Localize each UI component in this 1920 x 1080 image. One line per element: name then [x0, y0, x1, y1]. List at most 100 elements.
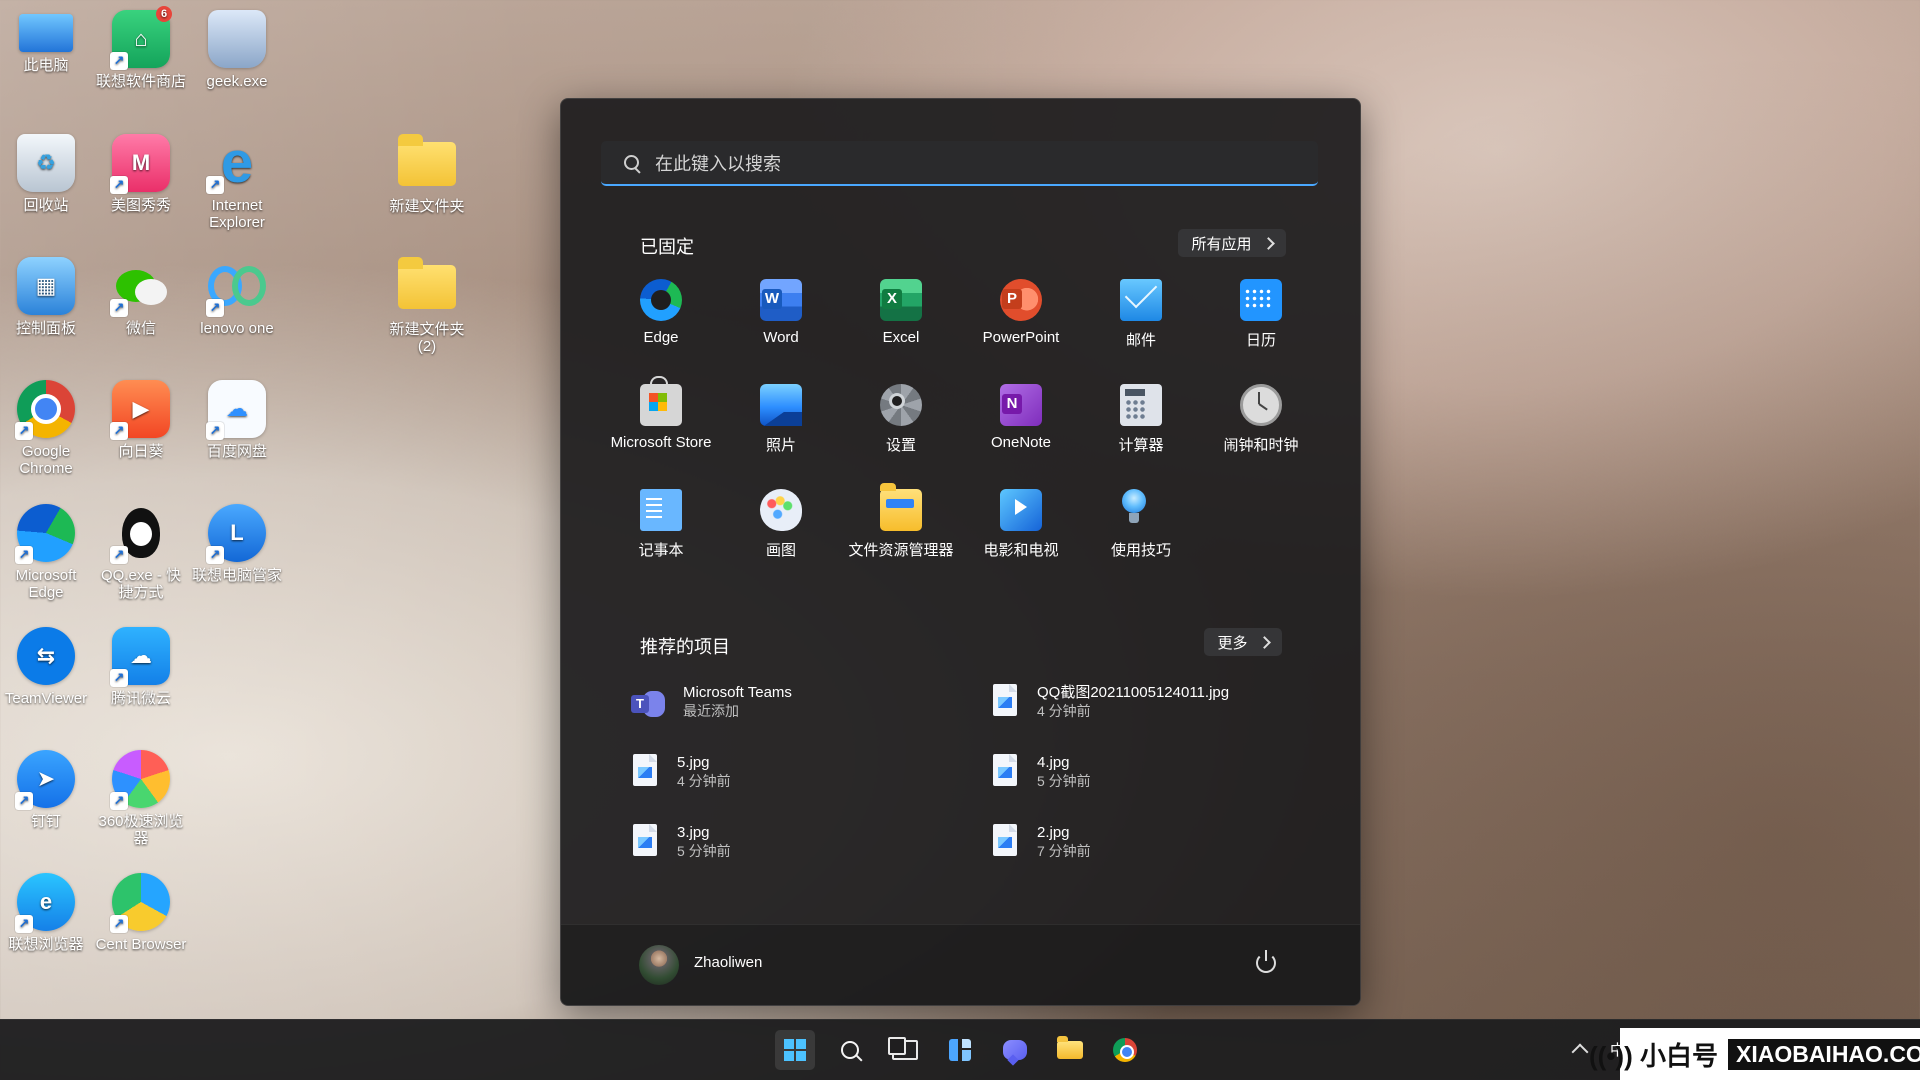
desktop-icon-recycle-bin[interactable]: ♻ 回收站	[0, 134, 92, 214]
more-button[interactable]: 更多	[1204, 628, 1282, 656]
shortcut-arrow-icon: ↗	[15, 915, 33, 933]
desktop-icon-label: 新建文件夹 (2)	[389, 321, 465, 356]
desktop-icon-dingtalk[interactable]: ➤ ↗ 钉钉	[0, 750, 92, 830]
pinned-app-calculator[interactable]: 计算器	[1081, 384, 1201, 472]
watermark-domain: XIAOBAIHAO.COM	[1727, 1038, 1920, 1070]
desktop-icon-geek[interactable]: geek.exe	[191, 10, 283, 90]
desktop-icon-qq[interactable]: ↗ QQ.exe - 快捷方式	[95, 504, 187, 602]
pinned-app-mail[interactable]: 邮件	[1081, 279, 1201, 367]
excel-icon: X	[880, 279, 922, 321]
desktop-icon-google-chrome[interactable]: ↗ Google Chrome	[0, 380, 92, 478]
cent-browser-icon: ↗	[110, 873, 170, 933]
taskbar-start-button[interactable]	[775, 1030, 815, 1070]
desktop-icon-sunflower[interactable]: ▶ ↗ 向日葵	[95, 380, 187, 460]
pinned-app-settings[interactable]: 设置	[841, 384, 961, 472]
desktop-icon-new-folder[interactable]: 新建文件夹	[381, 134, 473, 215]
desktop-icon-label: 联想浏览器	[8, 936, 84, 953]
chevron-up-icon[interactable]	[1571, 1043, 1589, 1061]
recommended-item-2jpg[interactable]: 2.jpg 7 分钟前	[991, 824, 1301, 870]
desktop-icon-teamviewer[interactable]: ⇆ TeamViewer	[0, 627, 92, 707]
pinned-app-paint[interactable]: 画图	[721, 489, 841, 577]
pinned-app-label: Edge	[643, 329, 679, 346]
desktop-icon-control-panel[interactable]: ▦ 控制面板	[0, 257, 92, 337]
taskbar-search-button[interactable]	[830, 1030, 870, 1070]
desktop-icon-label: 美图秀秀	[110, 197, 171, 214]
pinned-app-word[interactable]: W Word	[721, 279, 841, 367]
recommended-item-3jpg[interactable]: 3.jpg 5 分钟前	[631, 824, 941, 870]
taskbar-chrome-button[interactable]	[1105, 1030, 1145, 1070]
desktop-icon-label: 新建文件夹	[389, 198, 465, 215]
pinned-app-clock[interactable]: 闹钟和时钟	[1201, 384, 1321, 472]
file-explorer-icon	[880, 483, 922, 531]
recommended-item-microsoft-teams[interactable]: Microsoft Teams 最近添加	[631, 684, 941, 730]
desktop-icon-cent-browser[interactable]: ↗ Cent Browser	[95, 873, 187, 953]
desktop-icon-label: 腾讯微云	[110, 690, 171, 707]
taskbar-chat-button[interactable]	[995, 1030, 1035, 1070]
pinned-app-microsoft-store[interactable]: Microsoft Store	[601, 376, 721, 472]
pinned-app-movies-tv[interactable]: 电影和电视	[961, 489, 1081, 577]
pinned-app-photos[interactable]: 照片	[721, 384, 841, 472]
pinned-app-edge[interactable]: Edge	[601, 279, 721, 367]
desktop-icon-lenovo-browser[interactable]: e ↗ 联想浏览器	[0, 873, 92, 953]
pinned-app-label: 记事本	[638, 542, 684, 559]
all-apps-button[interactable]: 所有应用	[1178, 229, 1286, 257]
avatar[interactable]	[639, 945, 679, 985]
pinned-app-label: 闹钟和时钟	[1223, 437, 1299, 454]
desktop-icon-lenovo-one[interactable]: ↗ lenovo one	[191, 257, 283, 337]
recommended-item-qq-screenshot[interactable]: QQ截图20211005124011.jpg 4 分钟前	[991, 684, 1301, 730]
pinned-app-calendar[interactable]: 日历	[1201, 279, 1321, 367]
image-file-icon	[991, 684, 1019, 718]
lenovo-manager-icon: L ↗	[206, 504, 266, 564]
taskbar-task-view-button[interactable]	[885, 1030, 925, 1070]
image-file-icon	[991, 754, 1019, 788]
shortcut-arrow-icon: ↗	[110, 792, 128, 810]
pinned-app-onenote[interactable]: N OneNote	[961, 384, 1081, 472]
desktop-icon-new-folder-2[interactable]: 新建文件夹 (2)	[381, 257, 473, 356]
desktop-icon-label: 控制面板	[15, 320, 76, 337]
desktop-icon-label: Cent Browser	[95, 936, 187, 953]
weiyun-icon: ☁ ↗	[110, 627, 170, 687]
desktop-icon-360-browser[interactable]: ↗ 360极速浏览器	[95, 750, 187, 848]
image-file-shape	[633, 824, 657, 856]
chat-bubble-icon	[135, 279, 167, 305]
taskbar-widgets-button[interactable]	[940, 1030, 980, 1070]
start-search-input[interactable]: 在此键入以搜索	[601, 141, 1318, 186]
pinned-app-excel[interactable]: X Excel	[841, 279, 961, 367]
desktop-icon-meitu[interactable]: M ↗ 美图秀秀	[95, 134, 187, 214]
pinned-app-tips[interactable]: 使用技巧	[1081, 489, 1201, 577]
pinned-app-powerpoint[interactable]: P PowerPoint	[961, 279, 1081, 367]
task-view-icon	[888, 1037, 918, 1060]
ring-icon	[232, 266, 266, 306]
desktop-icon-label: 联想软件商店	[95, 73, 186, 90]
desktop-icon-label: 360极速浏览器	[98, 813, 184, 848]
desktop-icon-tencent-weiyun[interactable]: ☁ ↗ 腾讯微云	[95, 627, 187, 707]
recommended-item-5jpg[interactable]: 5.jpg 4 分钟前	[631, 754, 941, 800]
start-icon	[784, 1039, 806, 1061]
penguin-belly-icon	[130, 522, 152, 546]
settings-icon	[880, 384, 922, 426]
desktop-icon-label: lenovo one	[200, 320, 274, 337]
recommended-item-4jpg[interactable]: 4.jpg 5 分钟前	[991, 754, 1301, 800]
taskbar-file-explorer-button[interactable]	[1050, 1030, 1090, 1070]
user-name[interactable]: Zhaoliwen	[694, 954, 762, 971]
pinned-app-notepad[interactable]: 记事本	[601, 489, 721, 577]
pinned-app-label: 使用技巧	[1110, 542, 1171, 559]
desktop-icon-baidu-netdisk[interactable]: ☁ ↗ 百度网盘	[191, 380, 283, 460]
recommended-item-name: 5.jpg	[677, 754, 710, 771]
desktop-icon-label: Microsoft Edge	[15, 567, 77, 602]
shortcut-arrow-icon: ↗	[110, 299, 128, 317]
desktop-icon-this-pc[interactable]: 此电脑	[0, 10, 92, 74]
taskbar: 中 ((•)) 小白号 XIAOBAIHAO.COM	[0, 1019, 1920, 1080]
desktop-icon-microsoft-edge[interactable]: ↗ Microsoft Edge	[0, 504, 92, 602]
desktop-icon-label: Internet Explorer	[209, 197, 265, 232]
shortcut-arrow-icon: ↗	[206, 176, 224, 194]
image-file-icon	[631, 824, 659, 858]
desktop-icon-lenovo-store[interactable]: ⌂ 6 ↗ 联想软件商店	[95, 6, 187, 90]
pinned-app-file-explorer[interactable]: 文件资源管理器	[841, 483, 961, 577]
desktop-icon-wechat[interactable]: ↗ 微信	[95, 257, 187, 337]
power-icon[interactable]	[1256, 950, 1276, 973]
meitu-icon: M ↗	[110, 134, 170, 194]
desktop-icon-internet-explorer[interactable]: e ↗ Internet Explorer	[191, 130, 283, 232]
recommended-item-name: 3.jpg	[677, 824, 710, 841]
desktop-icon-lenovo-manager[interactable]: L ↗ 联想电脑管家	[191, 504, 283, 584]
